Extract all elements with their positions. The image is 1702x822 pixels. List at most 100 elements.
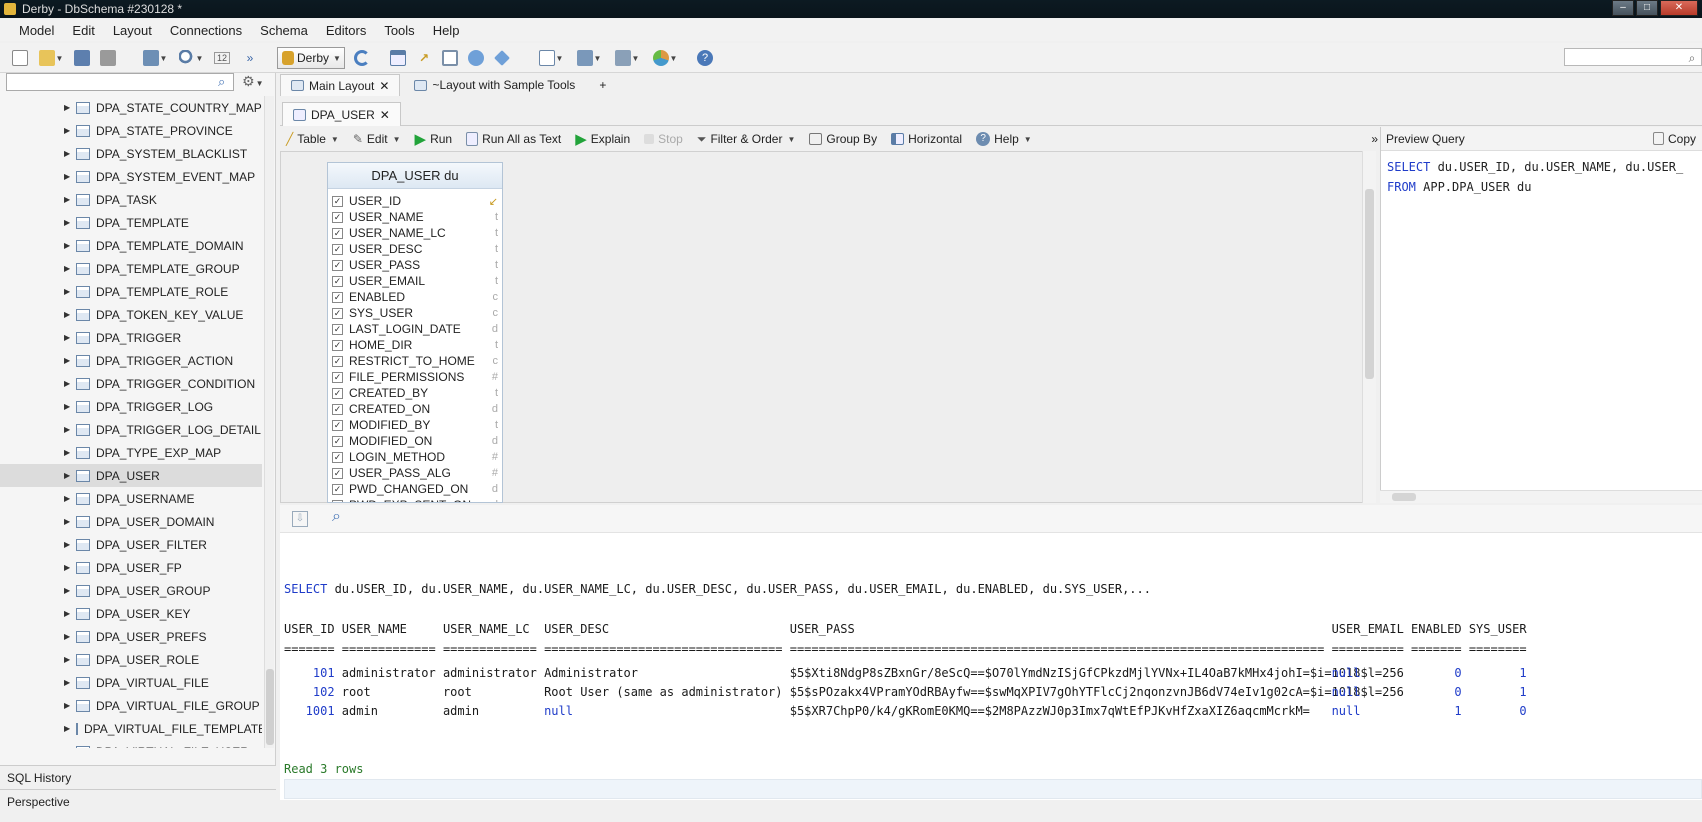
table-column[interactable]: ✓ USER_PASS_ALG # <box>328 465 502 481</box>
tree-item[interactable]: ▶ DPA_TRIGGER_LOG <box>0 395 262 418</box>
close-button[interactable]: ✕ <box>1660 0 1698 16</box>
callout-icon[interactable] <box>466 47 486 69</box>
expand-arrow-icon[interactable]: ▶ <box>64 701 70 710</box>
search-icon[interactable]: ⌕ <box>218 74 225 90</box>
column-checkbox[interactable]: ✓ <box>332 371 343 383</box>
result-row[interactable]: 1001 admin admin null $5$XR7ChpP0/k4/gKR… <box>284 704 1527 718</box>
tree-item[interactable]: ▶ DPA_USER_ROLE <box>0 648 262 671</box>
table-box-title[interactable]: DPA_USER du <box>328 163 502 189</box>
expand-arrow-icon[interactable]: ▶ <box>64 172 70 181</box>
table-column[interactable]: ✓ USER_NAME t <box>328 209 502 225</box>
close-icon[interactable]: ✕ <box>380 108 390 122</box>
tree-scroll-thumb[interactable] <box>266 669 274 745</box>
table-column[interactable]: ✓ CREATED_BY t <box>328 385 502 401</box>
group-by-button[interactable]: Group By <box>809 132 877 146</box>
expand-arrow-icon[interactable]: ▶ <box>64 540 70 549</box>
tree-item[interactable]: ▶ DPA_TRIGGER_CONDITION <box>0 372 262 395</box>
menu-editors[interactable]: Editors <box>317 23 375 38</box>
expand-arrow-icon[interactable]: ▶ <box>64 356 70 365</box>
tree-item[interactable]: ▶ DPA_SYSTEM_EVENT_MAP <box>0 165 262 188</box>
table-column[interactable]: ✓ USER_NAME_LC t <box>328 225 502 241</box>
open-folder-icon[interactable]: ▼ <box>36 47 66 69</box>
tree-item[interactable]: ▶ DPA_USER_DOMAIN <box>0 510 262 533</box>
table-column[interactable]: ✓ USER_DESC t <box>328 241 502 257</box>
run-button[interactable]: ▶ Run <box>415 130 453 148</box>
expand-arrow-icon[interactable]: ▶ <box>64 241 70 250</box>
table-column[interactable]: ✓ CREATED_ON d <box>328 401 502 417</box>
tree-item[interactable]: ▶ DPA_TRIGGER <box>0 326 262 349</box>
tree-item[interactable]: ▶ DPA_TEMPLATE_DOMAIN <box>0 234 262 257</box>
column-checkbox[interactable]: ✓ <box>332 227 343 239</box>
table-icon[interactable] <box>388 47 408 69</box>
report-icon[interactable]: ▼ <box>612 47 642 69</box>
export-icon[interactable]: ⇩ <box>292 511 308 527</box>
explain-button[interactable]: ▶ Explain <box>575 130 630 148</box>
expand-arrow-icon[interactable]: ▶ <box>64 609 70 618</box>
menu-edit[interactable]: Edit <box>63 23 103 38</box>
menu-schema[interactable]: Schema <box>251 23 317 38</box>
preview-hscrollbar[interactable] <box>1380 490 1702 503</box>
new-file-icon[interactable] <box>10 47 30 69</box>
edit-menu-button[interactable]: ✎ Edit ▼ <box>353 132 401 146</box>
tree-item[interactable]: ▶ DPA_TRIGGER_LOG_DETAIL <box>0 418 262 441</box>
table-column[interactable]: ✓ RESTRICT_TO_HOME c <box>328 353 502 369</box>
tree-scrollbar[interactable] <box>264 96 274 748</box>
column-checkbox[interactable]: ✓ <box>332 451 343 463</box>
expand-arrow-icon[interactable]: ▶ <box>64 747 70 748</box>
column-checkbox[interactable]: ✓ <box>332 339 343 351</box>
perspective-tab[interactable]: Perspective <box>0 789 276 822</box>
column-checkbox[interactable]: ✓ <box>332 435 343 447</box>
save-icon[interactable] <box>72 47 92 69</box>
table-column[interactable]: ✓ MODIFIED_BY t <box>328 417 502 433</box>
tree-item[interactable]: ▶ DPA_VIRTUAL_FILE_GROUP <box>0 694 262 717</box>
table-box-dpa-user[interactable]: DPA_USER du ✓ USER_ID ↙ ✓ USER_NAME t ✓ USER_NA… <box>327 162 503 503</box>
expand-arrow-icon[interactable]: ▶ <box>64 310 70 319</box>
tree-item[interactable]: ▶ DPA_STATE_COUNTRY_MAP <box>0 96 262 119</box>
column-checkbox[interactable]: ✓ <box>332 195 343 207</box>
tree-item[interactable]: ▶ DPA_USERNAME <box>0 487 262 510</box>
filter-order-button[interactable]: ⏷ Filter & Order ▼ <box>697 132 796 147</box>
tree-item[interactable]: ▶ DPA_VIRTUAL_FILE_TEMPLATE <box>0 717 262 740</box>
tree-item[interactable]: ▶ DPA_TEMPLATE <box>0 211 262 234</box>
preview-scroll-thumb[interactable] <box>1392 493 1416 501</box>
expand-arrow-icon[interactable]: ▶ <box>64 563 70 572</box>
chart-icon[interactable]: ▼ <box>650 47 680 69</box>
copy-button[interactable]: Copy <box>1652 132 1696 146</box>
tree-item[interactable]: ▶ DPA_STATE_PROVINCE <box>0 119 262 142</box>
expand-arrow-icon[interactable]: ▶ <box>64 287 70 296</box>
tree-item[interactable]: ▶ DPA_USER_KEY <box>0 602 262 625</box>
tree-search-input[interactable] <box>6 73 234 91</box>
column-checkbox[interactable]: ✓ <box>332 291 343 303</box>
table-column[interactable]: ✓ SYS_USER c <box>328 305 502 321</box>
menu-help[interactable]: Help <box>424 23 469 38</box>
global-search-input[interactable] <box>1564 48 1702 66</box>
minimize-button[interactable]: – <box>1612 0 1634 16</box>
results-text-output[interactable]: SELECT du.USER_ID, du.USER_NAME, du.USER… <box>280 533 1702 800</box>
foreign-key-icon[interactable]: ↗ <box>414 47 434 69</box>
tree-item[interactable]: ▶ DPA_TEMPLATE_GROUP <box>0 257 262 280</box>
table-column[interactable]: ✓ FILE_PERMISSIONS # <box>328 369 502 385</box>
database-selector[interactable]: Derby ▼ <box>277 47 345 69</box>
expand-arrow-icon[interactable]: ▶ <box>64 402 70 411</box>
canvas-scrollbar[interactable] <box>1362 151 1376 503</box>
stop-button[interactable]: Stop <box>644 132 683 146</box>
tree-item[interactable]: ▶ DPA_VIRTUAL_FILE_USER <box>0 740 262 748</box>
refresh-icon[interactable] <box>352 47 372 69</box>
expand-arrow-icon[interactable]: ▶ <box>64 724 70 733</box>
command-input[interactable] <box>284 779 1702 799</box>
expand-arrow-icon[interactable]: ▶ <box>64 126 70 135</box>
tab-sample-layout[interactable]: ~Layout with Sample Tools <box>404 74 585 96</box>
column-checkbox[interactable]: ✓ <box>332 275 343 287</box>
column-checkbox[interactable]: ✓ <box>332 499 343 502</box>
more-tools-button[interactable]: » <box>1371 132 1378 146</box>
menu-layout[interactable]: Layout <box>104 23 161 38</box>
menu-tools[interactable]: Tools <box>375 23 423 38</box>
canvas-scroll-thumb[interactable] <box>1365 189 1374 379</box>
table-menu-button[interactable]: ╱ Table ▼ <box>286 132 339 146</box>
help-icon[interactable]: ? <box>695 47 715 69</box>
group-icon[interactable] <box>440 47 460 69</box>
relational-data-icon[interactable]: ▼ <box>574 47 604 69</box>
help-menu-button[interactable]: ? Help ▼ <box>976 132 1032 146</box>
expand-arrow-icon[interactable]: ▶ <box>64 517 70 526</box>
sql-history-tab[interactable]: SQL History <box>0 765 276 789</box>
